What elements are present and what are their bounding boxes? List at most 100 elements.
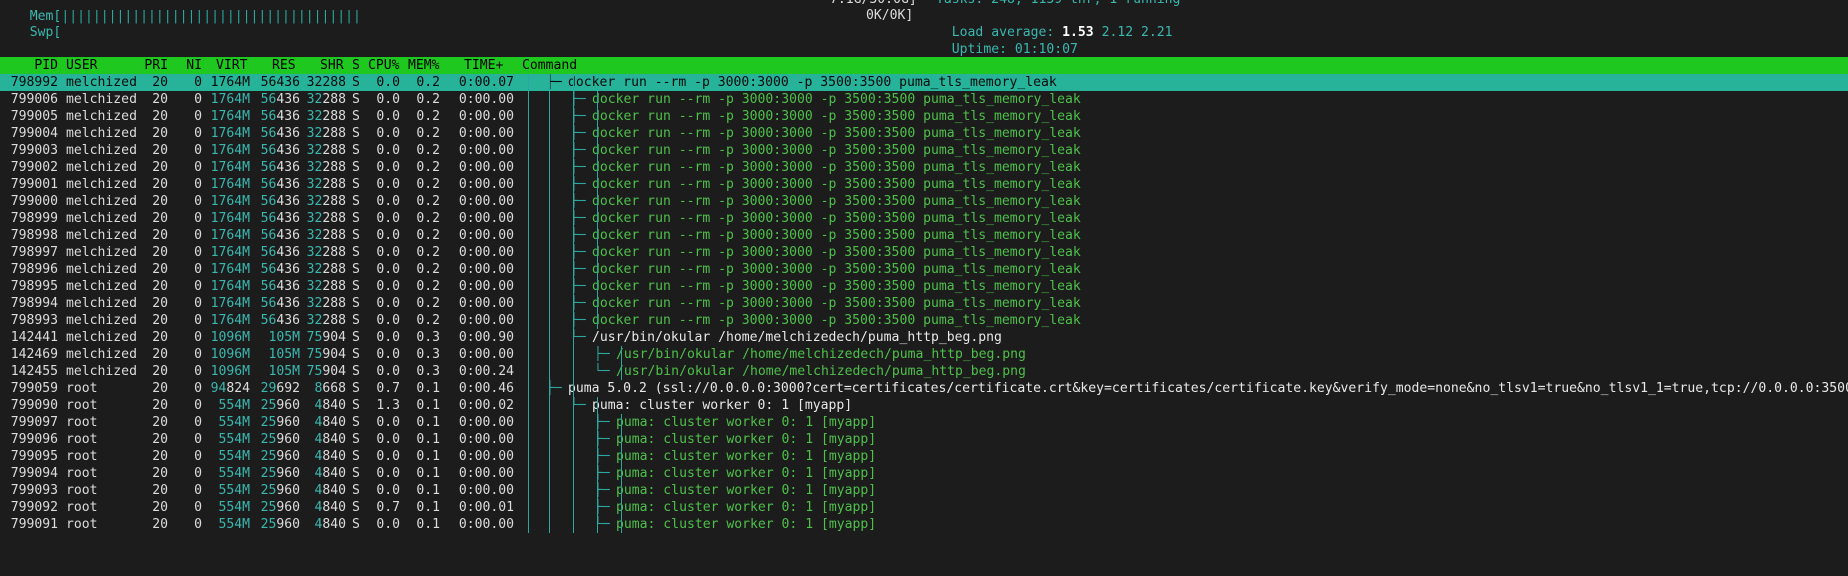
- process-mem: 0.1: [416, 449, 440, 464]
- process-row[interactable]: 799094 root 20 0 554M 25960 4840 S 0.0 0.1 0:00.00…: [0, 465, 1848, 482]
- process-row[interactable]: 798992 melchized 20 0 1764M 56436 32288 S 0.0 0.2…: [0, 74, 1848, 91]
- process-pid: 799095: [10, 449, 58, 464]
- process-nice: 0: [194, 160, 202, 175]
- column-header-user[interactable]: USER: [66, 57, 98, 74]
- column-header-pri[interactable]: PRI: [132, 57, 168, 74]
- process-row[interactable]: 798999 melchized 20 0 1764M 56436 32288 S 0.0 0.2…: [0, 210, 1848, 227]
- process-res: 56436: [254, 159, 300, 176]
- process-row[interactable]: 798997 melchized 20 0 1764M 56436 32288 S 0.0 0.2…: [0, 244, 1848, 261]
- process-command: puma: cluster worker 0: 1 [myapp]: [616, 517, 877, 532]
- column-header-res[interactable]: RES: [272, 57, 296, 74]
- process-row[interactable]: 799004 melchized 20 0 1764M 56436 32288 S 0.0 0.2…: [0, 125, 1848, 142]
- process-row[interactable]: 142455 melchized 20 0 1096M 105M 75904 S 0.0 0.3 0…: [0, 363, 1848, 380]
- process-pid: 142469: [10, 347, 58, 362]
- process-shr-low: 840: [322, 466, 346, 481]
- column-header-mem[interactable]: MEM%: [408, 57, 440, 74]
- process-row[interactable]: 799096 root 20 0 554M 25960 4840 S 0.0 0.1 0:00.00…: [0, 431, 1848, 448]
- process-row[interactable]: 799000 melchized 20 0 1764M 56436 32288 S 0.0 0.2…: [0, 193, 1848, 210]
- process-nice: 0: [194, 75, 202, 90]
- process-row[interactable]: 798994 melchized 20 0 1764M 56436 32288 S 0.0 0.2…: [0, 295, 1848, 312]
- process-row[interactable]: 798998 melchized 20 0 1764M 56436 32288 S 0.0 0.2…: [0, 227, 1848, 244]
- process-row[interactable]: 799002 melchized 20 0 1764M 56436 32288 S 0.0 0.2…: [0, 159, 1848, 176]
- process-nice: 0: [194, 500, 202, 515]
- process-command: docker run --rm -p 3000:3000 -p 3500:350…: [592, 126, 1081, 141]
- load-average-15min: 2.21: [1141, 25, 1173, 40]
- process-nice: 0: [194, 262, 202, 277]
- process-row[interactable]: 799006 melchized 20 0 1764M 56436 32288 S 0.0 0.2…: [0, 91, 1848, 108]
- column-header-command[interactable]: Command: [522, 57, 577, 74]
- process-row[interactable]: 799092 root 20 0 554M 25960 4840 S 0.7 0.1 0:00.01…: [0, 499, 1848, 516]
- process-row[interactable]: 798995 melchized 20 0 1764M 56436 32288 S 0.0 0.2…: [0, 278, 1848, 295]
- process-time: 0:00.00: [458, 262, 514, 277]
- process-res-low: 436: [276, 109, 300, 124]
- process-res: 105M: [254, 363, 300, 380]
- process-shr-low: 288: [322, 296, 346, 311]
- process-state: S: [352, 75, 360, 90]
- process-res: 105M: [254, 329, 300, 346]
- process-shr: 4840: [304, 431, 346, 448]
- process-state: S: [352, 449, 360, 464]
- process-time: 0:00.00: [458, 432, 514, 447]
- process-nice: 0: [194, 177, 202, 192]
- column-header-pid[interactable]: PID: [0, 57, 58, 74]
- process-res-high: 56: [260, 126, 277, 141]
- process-shr: 32288: [304, 142, 346, 159]
- process-res-high: 56: [260, 109, 277, 124]
- process-cpu: 0.0: [376, 517, 400, 532]
- process-command: docker run --rm -p 3000:3000 -p 3500:350…: [592, 92, 1081, 107]
- column-header-shr[interactable]: SHR: [320, 57, 344, 74]
- process-user: melchized: [66, 364, 137, 379]
- process-command: puma 5.0.2 (ssl://0.0.0.0:3000?cert=cert…: [568, 381, 1848, 396]
- process-row[interactable]: 798993 melchized 20 0 1764M 56436 32288 S 0.0 0.2…: [0, 312, 1848, 329]
- process-shr: 4840: [304, 516, 346, 533]
- column-header-cpu[interactable]: CPU%: [368, 57, 400, 74]
- process-res: 56436: [254, 227, 300, 244]
- process-pid: 798998: [10, 228, 58, 243]
- process-list[interactable]: 798992 melchized 20 0 1764M 56436 32288 S 0.0 0.2…: [0, 74, 1848, 533]
- process-row[interactable]: 799003 melchized 20 0 1764M 56436 32288 S 0.0 0.2…: [0, 142, 1848, 159]
- process-res: 25960: [254, 431, 300, 448]
- process-user: melchized: [66, 313, 137, 328]
- process-res: 56436: [254, 278, 300, 295]
- process-time: 0:00.00: [458, 194, 514, 209]
- process-time: 0:00.07: [458, 75, 514, 90]
- process-row[interactable]: 799093 root 20 0 554M 25960 4840 S 0.0 0.1 0:00.00…: [0, 482, 1848, 499]
- process-row[interactable]: 798996 melchized 20 0 1764M 56436 32288 S 0.0 0.2…: [0, 261, 1848, 278]
- process-row[interactable]: 799095 root 20 0 554M 25960 4840 S 0.0 0.1 0:00.00…: [0, 448, 1848, 465]
- process-pid: 798995: [10, 279, 58, 294]
- mem-meter-bar: ||||||||||||||||||||||||||||||||||||||: [61, 9, 361, 24]
- process-command: docker run --rm -p 3000:3000 -p 3500:350…: [592, 262, 1081, 277]
- process-cpu: 0.0: [376, 347, 400, 362]
- process-row[interactable]: 799097 root 20 0 554M 25960 4840 S 0.0 0.1 0:00.00…: [0, 414, 1848, 431]
- process-row[interactable]: 142441 melchized 20 0 1096M 105M 75904 S 0.0 0.3 0…: [0, 329, 1848, 346]
- process-shr: 75904: [304, 363, 346, 380]
- process-row[interactable]: 799090 root 20 0 554M 25960 4840 S 1.3 0.1 0:00.02…: [0, 397, 1848, 414]
- process-row[interactable]: 799091 root 20 0 554M 25960 4840 S 0.0 0.1 0:00.00…: [0, 516, 1848, 533]
- process-res: 25960: [254, 499, 300, 516]
- process-command: puma: cluster worker 0: 1 [myapp]: [616, 466, 877, 481]
- process-priority: 20: [152, 245, 168, 260]
- process-priority: 20: [152, 279, 168, 294]
- column-header-time[interactable]: TIME+: [464, 57, 503, 74]
- tree-guide-line: [621, 414, 622, 533]
- process-shr-low: 288: [322, 313, 346, 328]
- tree-guide-line: [621, 346, 622, 380]
- column-header-ni[interactable]: NI: [172, 57, 202, 74]
- process-nice: 0: [194, 109, 202, 124]
- process-row[interactable]: 799059 root 20 0 94824 29692 8668 S 0.7 0.1 0:00.4…: [0, 380, 1848, 397]
- process-pid: 142455: [10, 364, 58, 379]
- process-virt: 1764M: [210, 245, 250, 260]
- process-mem: 0.2: [416, 228, 440, 243]
- column-header-virt[interactable]: VIRT: [216, 57, 248, 74]
- process-virt: 1096M: [210, 364, 250, 379]
- process-priority: 20: [152, 126, 168, 141]
- process-mem: 0.2: [416, 194, 440, 209]
- process-shr-high: 32: [306, 143, 323, 158]
- process-priority: 20: [152, 160, 168, 175]
- process-row[interactable]: 142469 melchized 20 0 1096M 105M 75904 S 0.0 0.3 0…: [0, 346, 1848, 363]
- process-row[interactable]: 799001 melchized 20 0 1764M 56436 32288 S 0.0 0.2…: [0, 176, 1848, 193]
- process-shr: 32288: [304, 210, 346, 227]
- process-row[interactable]: 799005 melchized 20 0 1764M 56436 32288 S 0.0 0.2…: [0, 108, 1848, 125]
- process-res-high: 25: [260, 466, 277, 481]
- column-header-state[interactable]: S: [352, 57, 362, 74]
